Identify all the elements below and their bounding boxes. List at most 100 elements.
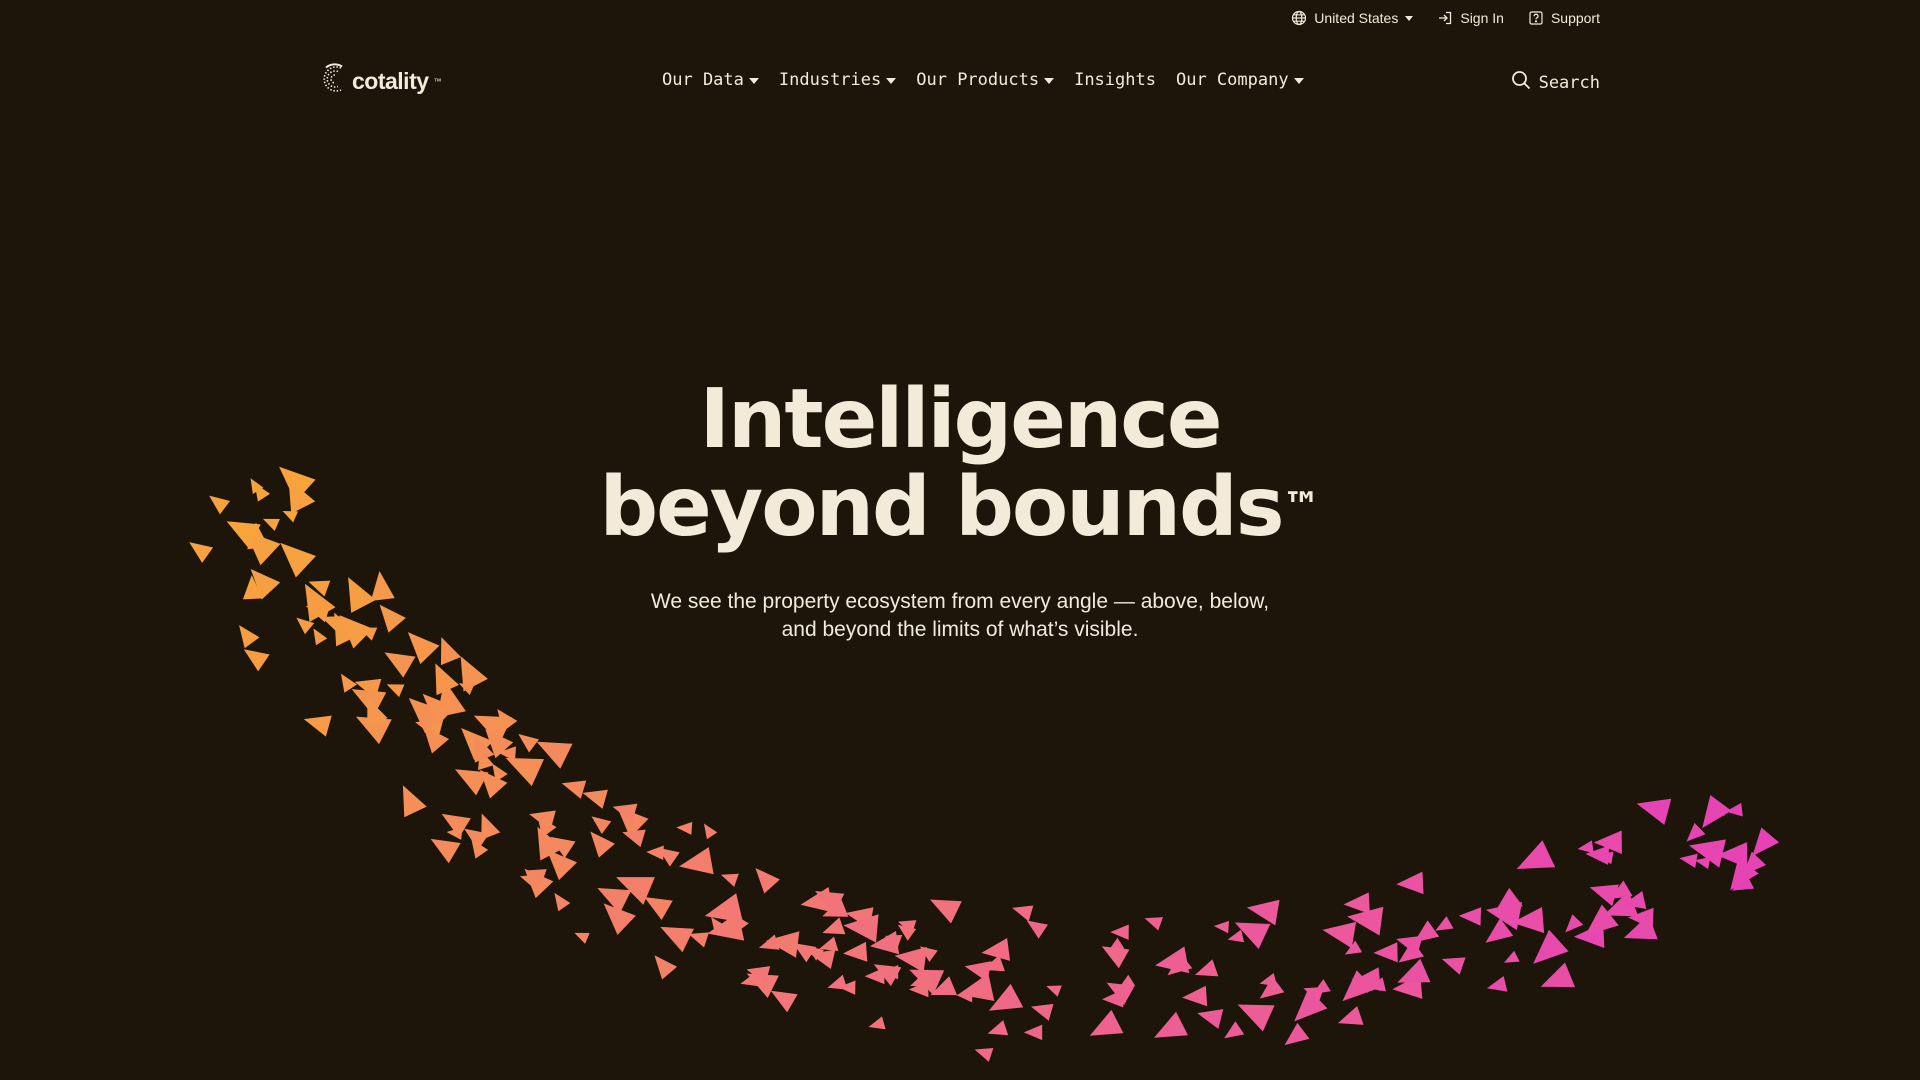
flock-triangle: [525, 869, 547, 885]
flock-triangle: [1709, 805, 1725, 821]
flock-triangle: [1351, 977, 1374, 994]
support-link[interactable]: Support: [1528, 10, 1600, 26]
flock-triangle: [1397, 958, 1431, 983]
flock-triangle: [1259, 972, 1278, 987]
flock-triangle: [1636, 798, 1672, 825]
flock-triangle: [303, 715, 332, 737]
flock-triangle: [987, 1020, 1009, 1036]
nav-item-insights[interactable]: Insights: [1074, 70, 1156, 90]
flock-triangle: [505, 757, 545, 787]
nav-item-our-company[interactable]: Our Company: [1176, 70, 1304, 90]
flock-triangle: [707, 912, 745, 941]
flock-triangle: [919, 946, 938, 963]
flock-triangle: [386, 684, 405, 698]
flock-triangle: [1716, 842, 1748, 868]
flock-triangle: [524, 868, 554, 899]
flock-triangle: [1702, 795, 1732, 829]
nav-item-our-data[interactable]: Our Data: [662, 70, 759, 90]
flock-triangle: [758, 934, 780, 950]
flock-triangle: [1303, 986, 1325, 1003]
flock-triangle: [1237, 1004, 1275, 1032]
flock-triangle: [460, 656, 488, 692]
flock-triangle: [616, 877, 655, 905]
flock-triangle: [1344, 940, 1363, 955]
nav-item-our-products[interactable]: Our Products: [916, 70, 1055, 90]
logo-trademark: ™: [433, 77, 442, 86]
flock-triangle: [1089, 1009, 1124, 1036]
flock-triangle: [679, 847, 714, 875]
flock-triangle: [1155, 946, 1190, 974]
flock-triangle: [845, 907, 874, 929]
flock-triangle: [703, 823, 718, 840]
cotality-logo[interactable]: cotality ™: [318, 62, 442, 101]
flock-triangle: [408, 697, 446, 734]
flock-triangle: [827, 974, 848, 990]
flock-triangle: [720, 873, 739, 887]
flock-triangle: [1351, 967, 1381, 992]
flock-triangle: [1512, 907, 1545, 934]
flock-triangle: [1533, 929, 1569, 964]
flock-triangle: [1731, 873, 1755, 891]
main-nav: Our Data Industries Our Products Insight…: [662, 70, 1304, 90]
flock-triangle: [910, 969, 934, 987]
flock-triangle: [1030, 1003, 1054, 1021]
flock-triangle: [881, 965, 899, 980]
flock-triangle: [988, 983, 1024, 1011]
flock-triangle: [688, 932, 709, 948]
flock-triangle: [1503, 950, 1520, 963]
flock-triangle: [884, 934, 903, 948]
flock-triangle: [676, 821, 693, 835]
sign-in-link[interactable]: Sign In: [1437, 10, 1504, 26]
flock-triangle: [1565, 914, 1584, 933]
flock-triangle: [478, 748, 494, 771]
flock-triangle: [956, 988, 973, 1003]
flock-triangle: [597, 888, 632, 914]
flock-triangle: [1752, 827, 1780, 857]
flock-triangle: [446, 827, 463, 840]
flock-triangle: [492, 763, 508, 782]
flock-triangle: [384, 652, 416, 678]
flock-triangle: [657, 847, 680, 867]
flock-triangle: [1686, 822, 1706, 842]
flock-triangle: [1585, 904, 1619, 936]
flock-triangle: [479, 769, 508, 799]
flock-triangle: [822, 898, 849, 917]
flock-triangle: [1593, 830, 1622, 854]
flock-triangle: [1234, 922, 1271, 949]
flock-triangle: [1628, 907, 1654, 929]
flock-triangle: [485, 729, 514, 759]
flock-triangle: [843, 914, 879, 943]
flock-triangle: [1343, 892, 1370, 915]
flock-triangle: [1623, 914, 1658, 940]
chevron-down-icon: [886, 78, 897, 84]
flock-triangle: [481, 813, 501, 840]
flock-triangle: [1540, 962, 1576, 988]
nav-item-industries[interactable]: Industries: [779, 70, 897, 90]
page: United States Sign In Support cotality ™…: [0, 0, 1920, 1080]
flock-triangle: [437, 680, 466, 718]
flock-triangle: [1694, 857, 1711, 870]
flock-triangle: [537, 815, 557, 838]
flock-triangle: [1182, 985, 1208, 1007]
flock-triangle: [732, 913, 749, 933]
flock-triangle: [1441, 957, 1466, 975]
flock-triangle: [1195, 959, 1219, 977]
flock-triangle: [354, 678, 382, 699]
hero-title-line1: Intelligence: [699, 372, 1223, 467]
flock-triangle: [1107, 937, 1125, 952]
hero-subtitle: We see the property ecosystem from every…: [620, 588, 1300, 644]
flock-triangle: [1197, 1009, 1224, 1029]
flock-triangle: [838, 980, 856, 995]
search-button[interactable]: Search: [1511, 70, 1600, 95]
flock-triangle: [1435, 916, 1454, 931]
flock-triangle: [964, 961, 992, 982]
flock-triangle: [1577, 840, 1594, 854]
flock-triangle: [454, 769, 489, 796]
search-label: Search: [1538, 72, 1600, 93]
region-selector[interactable]: United States: [1291, 10, 1414, 26]
flock-triangle: [982, 955, 1005, 972]
flock-triangle: [1486, 976, 1508, 992]
flock-triangle: [1337, 1005, 1364, 1025]
flock-triangle: [1589, 884, 1619, 907]
flock-triangle: [1213, 920, 1230, 934]
